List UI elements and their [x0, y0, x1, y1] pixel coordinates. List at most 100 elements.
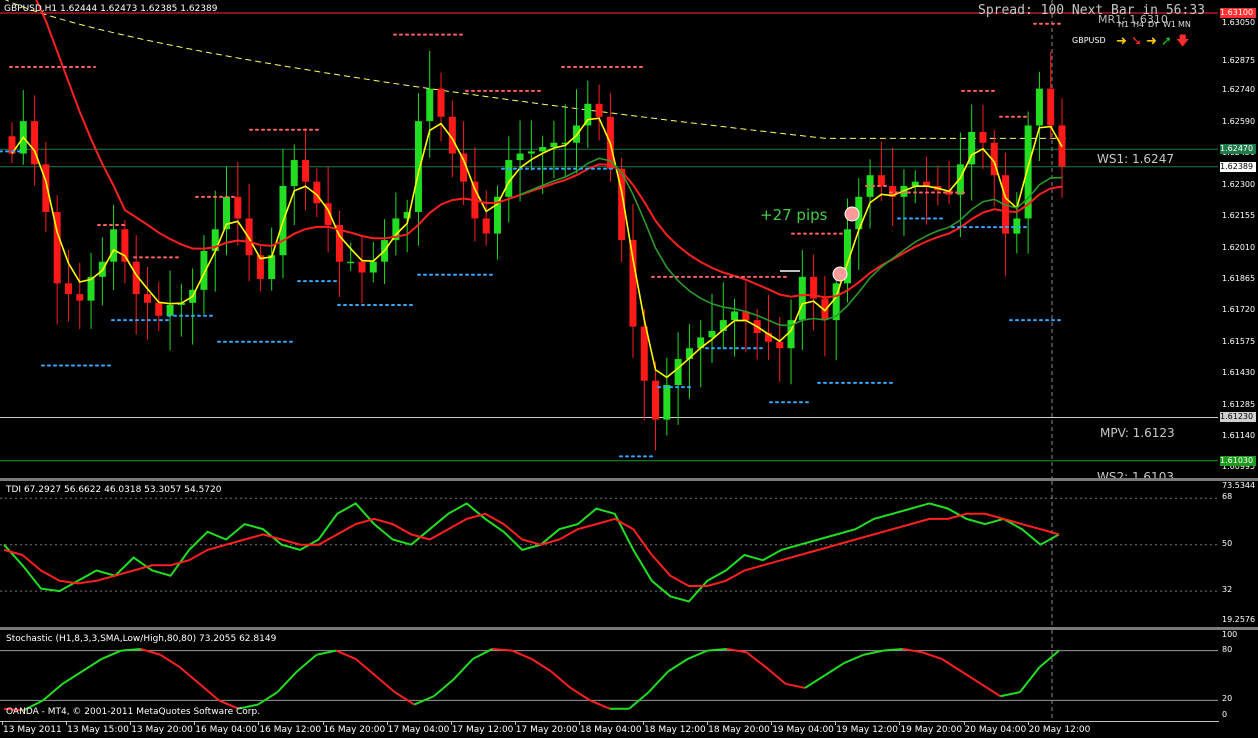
- time-tick-label: 16 May 04:00: [195, 725, 258, 735]
- candle: [1002, 152, 1010, 276]
- candle: [256, 245, 264, 292]
- stochastic-k-segment: [276, 670, 298, 693]
- trend-arrow-icon: ➘: [1131, 34, 1142, 49]
- pips-label: +27 pips: [760, 206, 828, 224]
- candle-body: [595, 103, 603, 117]
- tdi-tick-label: 19.2576: [1222, 615, 1256, 624]
- candle: [742, 281, 750, 353]
- price-tick-label: 1.62740: [1222, 84, 1256, 94]
- candle-body: [110, 229, 118, 262]
- stochastic-k-segment: [81, 658, 103, 673]
- price-tick-label: 1.61140: [1222, 430, 1256, 440]
- candle: [584, 80, 592, 148]
- tdi-tick-label: 73.5344: [1222, 481, 1256, 490]
- candle: [8, 122, 16, 164]
- candle: [866, 159, 874, 229]
- stochastic-tick-label: 0: [1222, 710, 1228, 719]
- symbol-label: GBPUSD: [1072, 36, 1106, 45]
- tdi-tick-label: 68: [1222, 492, 1233, 502]
- price-tick-label: 1.62010: [1222, 242, 1256, 252]
- candle-body: [76, 294, 84, 301]
- candle-body: [877, 175, 885, 187]
- price-tick-label: 1.63050: [1222, 17, 1256, 27]
- stochastic-k-segment: [433, 678, 454, 698]
- candle: [889, 147, 897, 227]
- stochastic-k-segment: [980, 682, 1001, 698]
- stochastic-k-segment: [1000, 691, 1021, 698]
- candle: [53, 195, 61, 325]
- candle: [460, 121, 468, 206]
- candle: [595, 84, 603, 141]
- candle-body: [527, 151, 535, 154]
- price-tick-label: 1.61430: [1222, 368, 1256, 378]
- stochastic-k-segment: [765, 666, 787, 685]
- stochastic-k-segment: [1038, 649, 1060, 668]
- candle: [211, 190, 219, 292]
- candle: [493, 185, 501, 260]
- price-level-box: 1.61030: [1220, 455, 1256, 466]
- candle: [968, 104, 976, 201]
- price-level-box: 1.62470: [1220, 144, 1256, 155]
- candle-body: [1035, 88, 1043, 126]
- candle: [64, 249, 72, 322]
- stochastic-k-segment: [335, 649, 357, 660]
- price-level-box: 1.62389: [1220, 161, 1256, 172]
- candle: [787, 299, 795, 385]
- candle: [821, 275, 829, 357]
- candle: [369, 241, 377, 283]
- timeframe-label: H1: [1118, 20, 1130, 29]
- candle: [1024, 111, 1032, 254]
- time-tick-label: 17 May 20:00: [515, 725, 578, 735]
- candle: [437, 72, 445, 142]
- stochastic-pane[interactable]: Stochastic (H1,8,3,3,SMA,Low/High,80,80)…: [0, 630, 1218, 721]
- tdi-pane[interactable]: TDI 67.2927 56.6622 46.0318 53.3057 54.5…: [0, 481, 1218, 627]
- price-level-box: 1.63100: [1220, 7, 1256, 18]
- candle: [234, 161, 242, 246]
- stochastic-k-segment: [843, 653, 865, 664]
- candle-body: [64, 283, 72, 295]
- stochastic-k-segment: [62, 670, 83, 685]
- candle: [166, 270, 174, 351]
- candle-body: [640, 326, 648, 381]
- time-tick-label: 17 May 04:00: [387, 725, 450, 735]
- candle-body: [956, 164, 964, 195]
- stochastic-k-segment: [570, 687, 591, 702]
- stochastic-k-segment: [452, 658, 474, 681]
- candle: [652, 361, 660, 451]
- candle: [245, 184, 253, 282]
- stochastic-k-segment: [159, 653, 181, 669]
- candle: [798, 250, 806, 351]
- candle-body: [268, 255, 276, 280]
- candle-body: [437, 88, 445, 117]
- candle: [1035, 71, 1043, 162]
- candle: [302, 128, 310, 211]
- price-tick-label: 1.62300: [1222, 180, 1256, 189]
- candle-body: [776, 341, 784, 349]
- candle: [76, 262, 84, 329]
- candle: [674, 332, 682, 425]
- candle-body: [798, 276, 806, 321]
- price-chart-pane[interactable]: GBPUSD,H1 1.62444 1.62473 1.62385 1.6238…: [0, 0, 1218, 478]
- candle: [358, 235, 366, 303]
- candle: [719, 282, 727, 350]
- candle-body: [290, 160, 298, 187]
- candle-body: [245, 218, 253, 256]
- time-tick-label: 19 May 04:00: [772, 725, 834, 735]
- price-tick-label: 1.62875: [1222, 55, 1256, 65]
- stochastic-k-segment: [687, 649, 708, 660]
- stochastic-tick-label: 20: [1222, 694, 1233, 704]
- price-chart-svg[interactable]: [0, 0, 1218, 478]
- price-tick-label: 1.61865: [1222, 274, 1256, 284]
- time-tick-label: 17 May 12:00: [451, 725, 514, 735]
- stochastic-k-segment: [804, 674, 826, 689]
- ws1-label: WS1: 1.6247: [1097, 152, 1174, 166]
- candle: [155, 282, 163, 332]
- candle: [1058, 98, 1066, 198]
- candle: [482, 190, 490, 246]
- candle: [697, 320, 705, 388]
- stochastic-k-segment: [511, 649, 532, 660]
- stochastic-tick-label: 100: [1222, 630, 1238, 639]
- candle-body: [674, 359, 682, 385]
- trend-arrow-icon: ➜: [1116, 34, 1127, 49]
- candle-body: [1047, 88, 1055, 126]
